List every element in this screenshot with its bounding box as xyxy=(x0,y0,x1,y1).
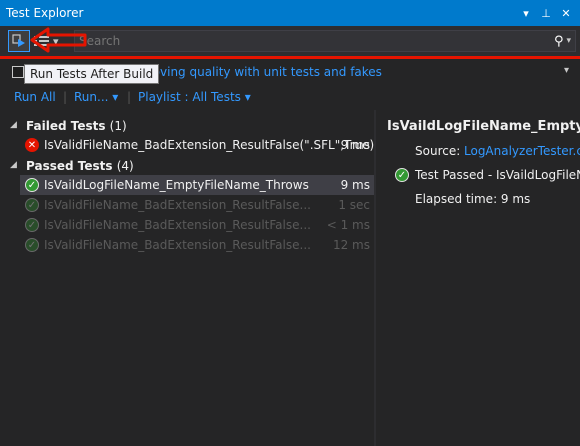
test-row-selected[interactable]: ✓ IsVaildLogFileName_EmptyFileName_Throw… xyxy=(20,175,374,195)
test-row[interactable]: ✓ IsValidFileName_BadExtension_ResultFal… xyxy=(0,195,374,215)
highlight-underline xyxy=(0,56,580,59)
failed-icon: ✕ xyxy=(25,138,39,152)
test-duration: 12 ms xyxy=(332,238,370,252)
run-label: Run... xyxy=(74,90,109,104)
test-name: IsVaildLogFileName_EmptyFileName_Throws xyxy=(44,178,309,192)
test-list-pane: ◢ Failed Tests (1) ✕ IsValidFileName_Bad… xyxy=(0,110,374,446)
run-dropdown[interactable]: Run... ▾ xyxy=(74,90,118,104)
detail-elapsed-time: Elapsed time: 9 ms xyxy=(415,192,531,206)
passed-icon: ✓ xyxy=(25,238,39,252)
detail-test-title: IsVaildLogFileName_EmptyFi xyxy=(387,119,580,134)
test-name: IsValidFileName_BadExtension_ResultFalse… xyxy=(44,138,375,152)
command-bar: Run All | Run... ▾ | Playlist : All Test… xyxy=(0,88,580,108)
test-row[interactable]: ✓ IsValidFileName_BadExtension_ResultFal… xyxy=(0,235,374,255)
close-icon[interactable]: ✕ xyxy=(558,7,574,20)
test-row[interactable]: ✓ IsValidFileName_BadExtension_ResultFal… xyxy=(0,215,374,235)
window-title: Test Explorer xyxy=(6,6,84,20)
run-all-link[interactable]: Run All xyxy=(14,90,56,104)
group-label: Passed Tests xyxy=(26,159,113,173)
command-separator: | xyxy=(63,90,68,104)
chevron-down-icon: ▾ xyxy=(112,90,119,104)
tooltip: Run Tests After Build xyxy=(24,64,160,84)
pin-icon[interactable]: ⊥ xyxy=(538,7,554,20)
group-label: Failed Tests xyxy=(26,119,106,133)
test-row[interactable]: ✕ IsValidFileName_BadExtension_ResultFal… xyxy=(0,135,374,155)
passed-tests-group-header[interactable]: ◢ Passed Tests (4) xyxy=(0,156,374,176)
test-duration: 1 sec xyxy=(338,198,370,212)
chevron-down-icon: ▾ xyxy=(244,90,251,104)
run-tests-after-build-button[interactable] xyxy=(8,30,30,52)
passed-icon: ✓ xyxy=(25,198,39,212)
playlist-label: Playlist : All Tests xyxy=(138,90,241,104)
source-link[interactable]: LogAnalyzerTester.cs xyxy=(464,144,580,158)
test-name: IsValidFileName_BadExtension_ResultFalse… xyxy=(44,198,311,212)
test-duration: < 1 ms xyxy=(326,218,370,232)
passed-icon: ✓ xyxy=(25,178,39,192)
group-count: (4) xyxy=(116,159,134,173)
search-input[interactable] xyxy=(79,34,550,48)
test-name: IsValidFileName_BadExtension_ResultFalse… xyxy=(44,218,311,232)
playlist-dropdown[interactable]: Playlist : All Tests ▾ xyxy=(138,90,251,104)
command-separator: | xyxy=(127,90,132,104)
test-duration: 9 ms xyxy=(340,178,370,192)
collapse-triangle-icon[interactable]: ◢ xyxy=(10,160,17,170)
video-icon xyxy=(12,66,24,78)
banner-link[interactable]: roving quality with unit tests and fakes xyxy=(148,65,382,79)
test-name: IsValidFileName_BadExtension_ResultFalse… xyxy=(44,238,311,252)
dropdown-menu-icon[interactable]: ▾ xyxy=(518,7,534,20)
search-icon[interactable]: ⚲ xyxy=(554,34,564,49)
annotation-arrow-icon xyxy=(30,27,87,53)
collapse-triangle-icon[interactable]: ◢ xyxy=(10,120,17,130)
title-bar: Test Explorer ▾ ⊥ ✕ xyxy=(0,0,580,26)
search-options-chevron-icon[interactable]: ▾ xyxy=(566,36,571,46)
failed-tests-group-header[interactable]: ◢ Failed Tests (1) xyxy=(0,116,374,136)
run-after-build-icon xyxy=(12,34,25,47)
test-detail-pane: IsVaildLogFileName_EmptyFi Source: LogAn… xyxy=(376,110,580,446)
passed-icon: ✓ xyxy=(25,218,39,232)
banner-chevron-down-icon[interactable]: ▾ xyxy=(564,65,569,76)
search-box[interactable]: ⚲ ▾ xyxy=(74,30,576,52)
test-duration: 9 ms xyxy=(340,138,370,152)
detail-status: Test Passed - IsVaildLogFileN xyxy=(415,168,580,182)
passed-icon: ✓ xyxy=(395,168,409,182)
group-count: (1) xyxy=(109,119,127,133)
source-label: Source: xyxy=(415,144,461,158)
